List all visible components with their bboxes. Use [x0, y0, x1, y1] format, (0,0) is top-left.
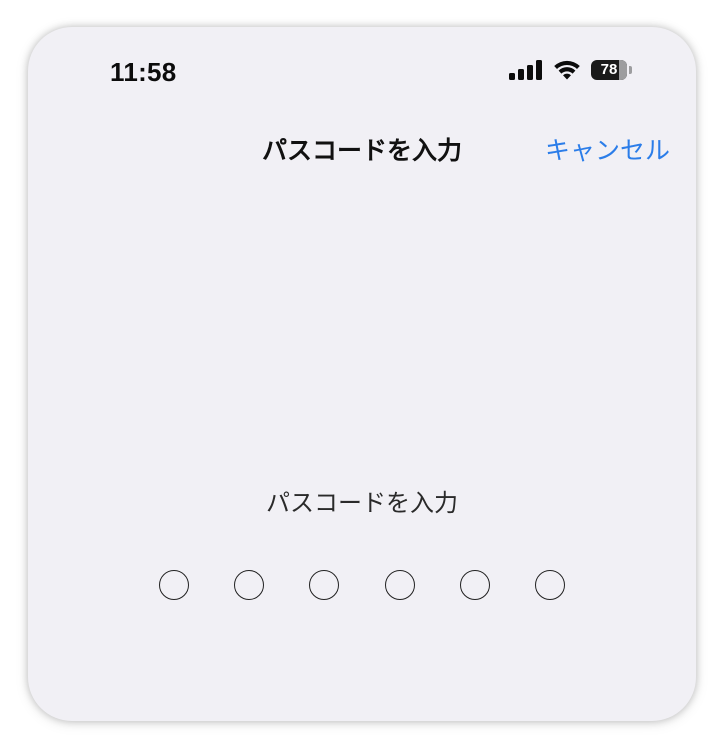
cancel-button[interactable]: キャンセル — [545, 131, 670, 167]
passcode-prompt: パスコードを入力 — [266, 489, 458, 517]
battery-cap — [629, 66, 632, 74]
battery-icon: 78 — [591, 59, 633, 81]
status-icons: 78 — [509, 59, 633, 81]
passcode-dot — [159, 570, 189, 600]
battery-body: 78 — [591, 60, 627, 80]
wifi-icon — [554, 60, 580, 80]
passcode-dot — [234, 570, 265, 600]
passcode-dot — [459, 570, 490, 600]
cellular-signal-icon — [509, 60, 542, 80]
status-time: 11:58 — [110, 57, 177, 87]
passcode-dots — [159, 568, 565, 602]
battery-level-text: 78 — [600, 61, 618, 78]
passcode-dot — [384, 570, 415, 600]
passcode-dot — [309, 570, 340, 600]
passcode-dot — [534, 570, 565, 600]
phone-screen: 11:58 78 パスコードを入力 キャンセル パスコードを入力 — [28, 27, 696, 721]
